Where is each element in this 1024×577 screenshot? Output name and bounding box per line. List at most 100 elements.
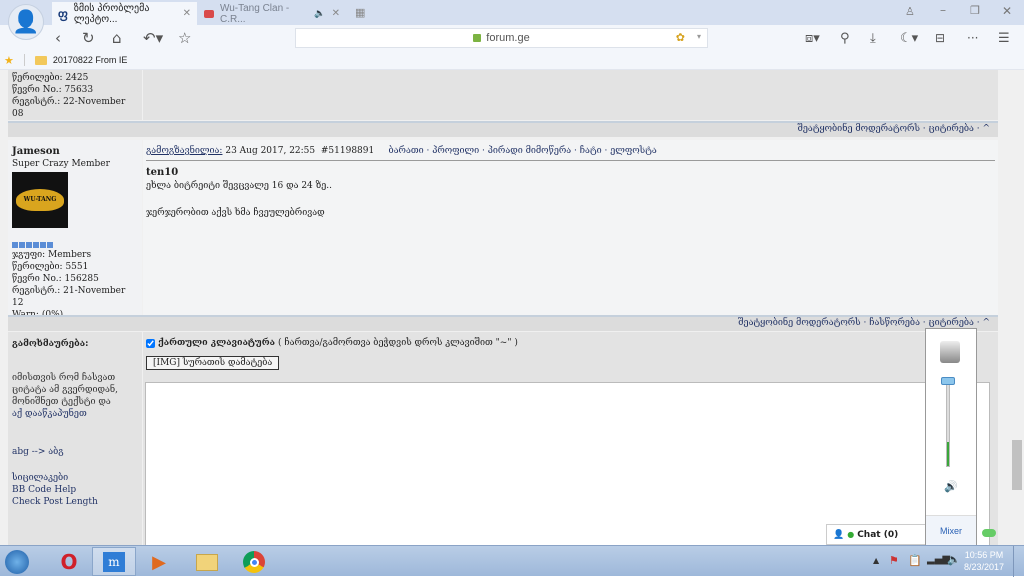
rank-pips: [12, 242, 138, 248]
chevron-down-icon[interactable]: ▾: [697, 32, 701, 41]
speaker-icon[interactable]: 🔈: [314, 8, 325, 19]
youtube-icon: [204, 9, 214, 18]
bookmarks-bar: ★ 20170822 From IE: [0, 51, 1024, 70]
night-mode-icon[interactable]: ☾▾: [900, 25, 918, 51]
home-icon[interactable]: ⌂: [112, 25, 122, 51]
prev-post-body: [143, 70, 998, 120]
favorites-star-icon[interactable]: ★: [4, 54, 14, 67]
post-line: ჯერჯერობით აქვს ხმა ჩვეულებრივად: [146, 208, 325, 218]
toolbox-icon[interactable]: ⊟: [935, 25, 945, 51]
prev-post-actions: შეატყობინე მოდერატორს · ციტირება · ^: [8, 121, 998, 137]
clock[interactable]: 10:56 PM 8/23/2017: [962, 549, 1006, 573]
tab-overview-icon[interactable]: ▦: [355, 6, 365, 19]
post-action-links[interactable]: შეატყობინე მოდერატორს · ციტირება · ^: [797, 124, 990, 134]
reload-icon[interactable]: ↻: [82, 25, 95, 51]
user-online-icon: 👤: [833, 529, 845, 540]
minimize-button[interactable]: –: [940, 3, 946, 17]
post-body: გამოგზავნილია: 23 Aug 2017, 22:55 #51198…: [143, 140, 998, 315]
stat: წერილები: 2425: [12, 73, 89, 83]
back-icon[interactable]: ‹: [55, 25, 61, 51]
georgian-keyboard-checkbox[interactable]: [146, 338, 155, 348]
mute-speaker-icon[interactable]: 🔊: [944, 480, 958, 493]
action-center-icon[interactable]: ⚑: [889, 554, 899, 567]
toggle-icon[interactable]: [982, 529, 996, 537]
forum-icon: ფ: [58, 6, 68, 21]
close-window-button[interactable]: ✕: [1002, 4, 1012, 18]
keyboard-label: ქართული კლავიატურა: [158, 338, 275, 348]
bee-icon[interactable]: ✿: [676, 31, 685, 44]
keyboard-note: ( ჩართვა/გამორთვა ბეჭდვის დროს კლავიშით …: [277, 338, 518, 348]
maxthon-icon: m: [103, 551, 125, 572]
check-length-link[interactable]: Check Post Length: [12, 496, 138, 508]
chrome-icon[interactable]: [240, 549, 268, 575]
tab-title: Wu-Tang Clan - C.R...: [219, 2, 290, 25]
more-icon[interactable]: ···: [967, 25, 978, 51]
stat: რეგისტრ.: 22-November 08: [12, 97, 126, 119]
post-action-links[interactable]: შეატყობინე მოდერატორს · ჩასწორება · ციტი…: [738, 318, 990, 328]
address-bar[interactable]: forum.ge ✿ ▾: [295, 28, 708, 48]
stat: წევრი No.: 75633: [12, 85, 94, 95]
tab-title: ზმის პრობლემა ლეპტო...: [73, 2, 150, 25]
volume-level-meter: [947, 441, 949, 466]
smilies-link[interactable]: სიცილაკები: [12, 472, 138, 484]
navigation-bar: ‹ ↻ ⌂ ↶▾ ☆ forum.ge ✿ ▾ ⧈▾ ⚲ ⤓ ☾▾ ⊟ ··· …: [0, 25, 1024, 51]
skin-icon[interactable]: ♙: [905, 5, 915, 18]
quote-hint: იმისთვის რომ ჩასვათ ციტატა ამ გვერდიდან,…: [12, 373, 118, 407]
add-image-button[interactable]: [IMG] სურათის დამატება: [146, 356, 280, 370]
user-avatar-icon[interactable]: 👤: [8, 4, 44, 40]
media-player-icon[interactable]: ▶: [145, 549, 173, 575]
sent-label[interactable]: გამოგზავნილია:: [146, 146, 222, 156]
close-tab-icon[interactable]: ✕: [332, 8, 340, 19]
chat-label: Chat (0): [857, 529, 899, 540]
volume-slider[interactable]: [946, 384, 950, 467]
stat: წევრი No.: 156285: [12, 274, 99, 284]
reply-textarea[interactable]: [145, 382, 990, 547]
author-links[interactable]: ბარათი · პროფილი · პირადი მიმოწერა · ჩატ…: [389, 146, 657, 156]
stat: რეგისტრ.: 21-November 12: [12, 286, 126, 308]
stat: ჯგუფი: Members: [12, 250, 92, 260]
star-icon[interactable]: ☆: [178, 25, 191, 51]
post-header: გამოგზავნილია: 23 Aug 2017, 22:55 #51198…: [146, 146, 995, 161]
search-icon[interactable]: ⚲: [840, 25, 850, 51]
post-line: ეხლა ბიტრეიტი შევცვალე 16 და 24 ზე..: [146, 181, 332, 191]
maxthon-task[interactable]: m: [92, 547, 136, 576]
undo-icon[interactable]: ↶▾: [143, 25, 163, 51]
close-tab-icon[interactable]: ✕: [183, 8, 191, 19]
author-avatar: WU-TANG: [12, 172, 68, 228]
prev-author-stats: წერილები: 2425 წევრი No.: 75633 რეგისტრ.…: [8, 70, 142, 120]
volume-popup: 🔊 Mixer: [925, 328, 977, 545]
explorer-icon[interactable]: [193, 549, 221, 575]
clock-date: 8/23/2017: [963, 562, 1005, 572]
post-title: ten10: [146, 167, 179, 178]
tab-youtube[interactable]: Wu-Tang Clan - C.R... 🔈 ✕: [198, 2, 346, 25]
download-icon[interactable]: ⤓: [870, 25, 876, 51]
taskbar: O m ▶ ▲ ⚑ 📋 ▂▄▆ 🔈 10:56 PM 8/23/2017: [0, 545, 1024, 577]
menu-icon[interactable]: ☰: [998, 25, 1010, 51]
show-desktop-button[interactable]: [1013, 546, 1024, 577]
quote-link[interactable]: აქ დააწკაპუნეთ: [12, 408, 138, 420]
post-actions: შეატყობინე მოდერატორს · ჩასწორება · ციტი…: [8, 315, 998, 331]
tab-bar: 👤 ფ ზმის პრობლემა ლეპტო... ✕ Wu-Tang Cla…: [0, 0, 1024, 40]
post-id[interactable]: #51198891: [321, 146, 374, 156]
clipboard-icon[interactable]: 📋: [908, 554, 922, 567]
translit-hint[interactable]: abg --> აბგ: [12, 446, 138, 458]
author-name[interactable]: Jameson: [12, 146, 138, 158]
tab-forum[interactable]: ფ ზმის პრობლემა ლეპტო... ✕: [52, 2, 197, 25]
reply-sidebar: გამოხმაურება: იმისთვის რომ ჩასვათ ციტატა…: [8, 332, 142, 545]
scrollbar-thumb[interactable]: [1012, 440, 1022, 490]
tray-expand-icon[interactable]: ▲: [873, 556, 879, 565]
chat-widget[interactable]: 👤 ● Chat (0): [826, 524, 926, 545]
volume-slider-thumb[interactable]: [941, 377, 955, 385]
bookmark-folder[interactable]: 20170822 From IE: [53, 55, 128, 65]
start-button[interactable]: [3, 549, 31, 575]
folder-icon: [34, 55, 47, 65]
screenshot-icon[interactable]: ⧈▾: [805, 25, 820, 51]
speaker-device-icon: [940, 341, 960, 363]
restore-button[interactable]: ❐: [970, 4, 980, 17]
mixer-link[interactable]: Mixer: [926, 515, 976, 545]
volume-icon[interactable]: 🔈: [947, 553, 961, 566]
author-rank: Super Crazy Member: [12, 159, 110, 169]
opera-icon[interactable]: O: [55, 549, 83, 575]
author-panel: Jameson Super Crazy Member WU-TANG ჯგუფი…: [8, 140, 142, 320]
bbcode-help-link[interactable]: BB Code Help: [12, 484, 138, 496]
